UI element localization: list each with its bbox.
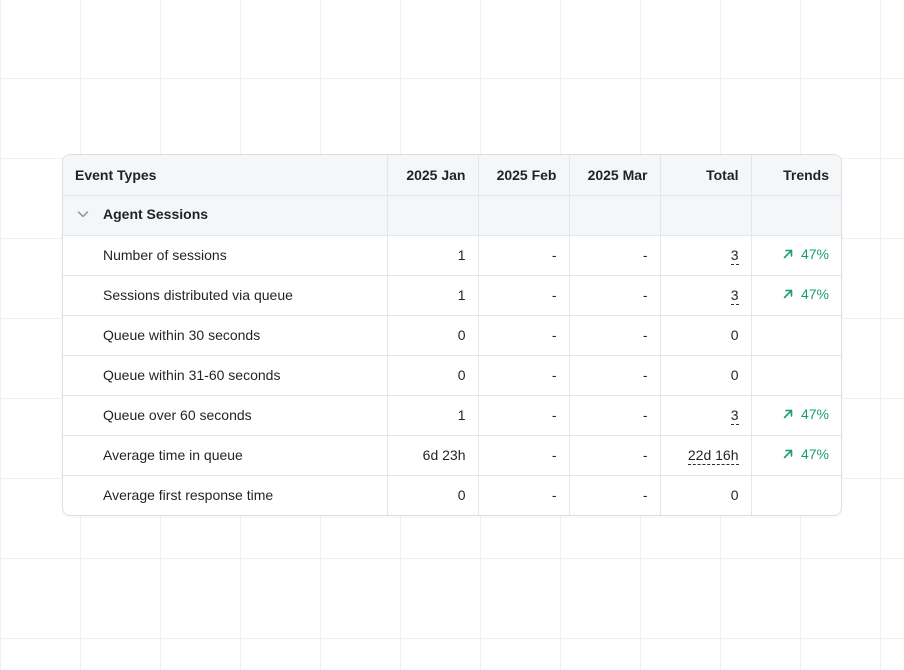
metric-label: Queue over 60 seconds (63, 395, 388, 436)
trend-indicator[interactable]: 47% (781, 286, 829, 302)
table-row: Number of sessions 1- -3 47% (63, 235, 841, 276)
group-cell (660, 195, 752, 236)
trend-indicator[interactable]: 47% (781, 446, 829, 462)
cell-jan: 0 (387, 315, 479, 356)
cell-trend: 47% (751, 235, 841, 276)
trend-value: 47% (800, 406, 829, 422)
metric-label: Sessions distributed via queue (63, 275, 388, 316)
cell-mar: - (569, 315, 661, 356)
total-value: 0 (730, 487, 739, 504)
trend-value: 47% (800, 286, 829, 302)
trend-value: 47% (800, 246, 829, 262)
cell-total[interactable]: 3 (660, 395, 752, 436)
cell-total[interactable]: 22d 16h (660, 435, 752, 476)
trend-indicator[interactable]: 47% (781, 406, 829, 422)
group-label: Agent Sessions (103, 205, 209, 222)
group-row-agent-sessions[interactable]: Agent Sessions (63, 195, 841, 236)
cell-mar: - (569, 475, 661, 515)
cell-feb: - (478, 355, 570, 396)
cell-trend: 47% (751, 395, 841, 436)
table-row: Queue over 60 seconds 1- -3 47% (63, 395, 841, 436)
cell-trend: 47% (751, 435, 841, 476)
metric-label: Average time in queue (63, 435, 388, 476)
cell-feb: - (478, 435, 570, 476)
cell-jan: 0 (387, 355, 479, 396)
cell-total: 0 (660, 355, 752, 396)
cell-mar: - (569, 395, 661, 436)
cell-mar: - (569, 355, 661, 396)
cell-jan: 1 (387, 235, 479, 276)
event-types-table-card: Event Types 2025 Jan 2025 Feb 2025 Mar T… (62, 154, 842, 516)
trend-indicator[interactable]: 47% (781, 246, 829, 262)
total-value: 0 (730, 327, 739, 343)
arrow-up-right-icon (783, 409, 793, 419)
cell-trend (751, 475, 841, 515)
group-toggle[interactable]: Agent Sessions (75, 206, 208, 222)
chevron-down-icon[interactable] (75, 206, 91, 222)
cell-jan: 6d 23h (387, 435, 479, 476)
group-cell (751, 195, 841, 236)
total-value[interactable]: 22d 16h (687, 447, 739, 465)
cell-feb: - (478, 315, 570, 356)
cell-mar: - (569, 275, 661, 316)
total-value[interactable]: 3 (730, 287, 739, 305)
table-row: Queue within 30 seconds 0- -0 (63, 315, 841, 356)
metric-label: Queue within 30 seconds (63, 315, 388, 356)
cell-jan: 1 (387, 275, 479, 316)
cell-feb: - (478, 235, 570, 276)
column-header-feb[interactable]: 2025 Feb (478, 155, 570, 196)
cell-total[interactable]: 3 (660, 275, 752, 316)
cell-feb: - (478, 275, 570, 316)
table-row: Queue within 31-60 seconds 0- -0 (63, 355, 841, 396)
cell-mar: - (569, 235, 661, 276)
event-types-table: Event Types 2025 Jan 2025 Feb 2025 Mar T… (63, 155, 841, 515)
cell-jan: 1 (387, 395, 479, 436)
arrow-up-right-icon (783, 249, 793, 259)
metric-label: Number of sessions (63, 235, 388, 276)
cell-trend (751, 355, 841, 396)
cell-total: 0 (660, 475, 752, 515)
trend-value: 47% (800, 446, 829, 462)
column-header-mar[interactable]: 2025 Mar (569, 155, 661, 196)
group-cell (478, 195, 570, 236)
metric-label: Average first response time (63, 475, 388, 515)
cell-total[interactable]: 3 (660, 235, 752, 276)
column-header-trends[interactable]: Trends (751, 155, 841, 196)
arrow-up-right-icon (783, 449, 793, 459)
cell-feb: - (478, 395, 570, 436)
total-value: 0 (730, 367, 739, 383)
column-header-event-types[interactable]: Event Types (63, 155, 388, 196)
group-cell (387, 195, 479, 236)
cell-jan: 0 (387, 475, 479, 515)
table-header-row: Event Types 2025 Jan 2025 Feb 2025 Mar T… (63, 155, 841, 196)
cell-feb: - (478, 475, 570, 515)
column-header-jan[interactable]: 2025 Jan (387, 155, 479, 196)
table-row: Average first response time 0- -0 (63, 475, 841, 515)
table-row: Sessions distributed via queue 1- -3 47% (63, 275, 841, 316)
column-header-total[interactable]: Total (660, 155, 752, 196)
arrow-up-right-icon (783, 289, 793, 299)
cell-mar: - (569, 435, 661, 476)
total-value[interactable]: 3 (730, 247, 739, 265)
table-row: Average time in queue 6d 23h - -22d 16h 47% (63, 435, 841, 476)
group-cell (569, 195, 661, 236)
total-value[interactable]: 3 (730, 407, 739, 425)
cell-total: 0 (660, 315, 752, 356)
cell-trend: 47% (751, 275, 841, 316)
metric-label: Queue within 31-60 seconds (63, 355, 388, 396)
cell-trend (751, 315, 841, 356)
